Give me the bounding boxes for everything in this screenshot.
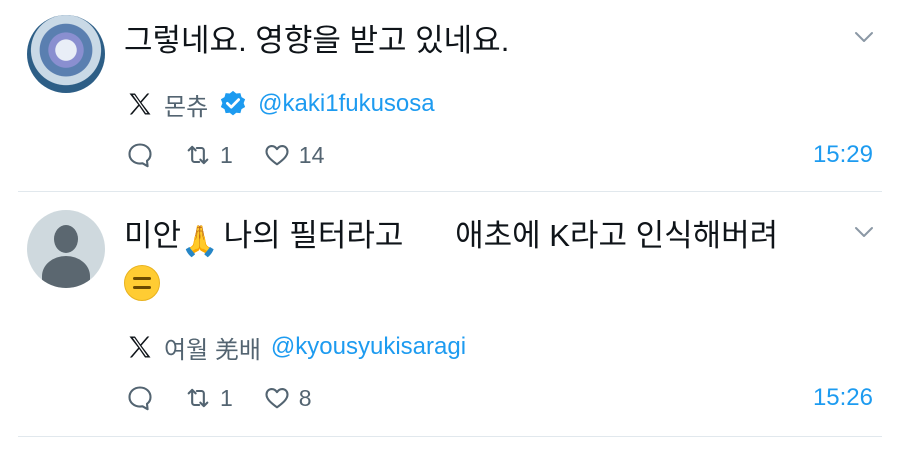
avatar[interactable] — [27, 15, 105, 93]
default-avatar-body — [42, 256, 90, 288]
tweet-2: 미안🙏 나의 필터라고 애초에 K라고 인식해버려 여월 羌배 @kyousyu… — [0, 191, 900, 436]
author-row: 몬츄 @kaki1fukusosa — [126, 87, 435, 121]
chevron-down-icon[interactable] — [853, 26, 875, 48]
retweet-button[interactable]: 1 — [184, 141, 233, 169]
author-handle[interactable]: @kyousyukisaragi — [271, 333, 466, 361]
like-button[interactable]: 14 — [263, 141, 325, 169]
retweet-icon — [187, 388, 209, 408]
timestamp[interactable]: 15:26 — [813, 381, 873, 415]
timestamp[interactable]: 15:29 — [813, 138, 873, 172]
reply-button[interactable] — [126, 384, 154, 412]
retweet-count: 1 — [220, 384, 233, 411]
x-logo-icon — [129, 93, 151, 115]
avatar[interactable] — [27, 210, 105, 288]
reply-button[interactable] — [126, 141, 154, 169]
reply-icon — [128, 386, 152, 411]
actions-row: 1 14 — [126, 138, 354, 172]
tweet-text-part2: 나의 필터라고 애초에 K라고 인식해버려 — [215, 218, 779, 253]
retweet-icon — [187, 145, 209, 165]
retweet-button[interactable]: 1 — [184, 384, 233, 412]
actions-row: 1 8 — [126, 381, 342, 415]
author-name[interactable]: 여월 羌배 — [164, 330, 261, 365]
tweet-text-part1: 미안 — [124, 218, 182, 253]
author-name[interactable]: 몬츄 — [164, 87, 208, 122]
retweet-count: 1 — [220, 141, 233, 168]
divider — [18, 436, 882, 437]
reply-icon — [128, 143, 152, 168]
author-row: 여월 羌배 @kyousyukisaragi — [126, 330, 466, 364]
default-avatar-head — [54, 225, 78, 253]
tweet-text: 미안🙏 나의 필터라고 애초에 K라고 인식해버려 — [124, 211, 830, 311]
like-count: 14 — [298, 141, 325, 168]
like-icon — [265, 144, 289, 166]
verified-badge-icon — [221, 90, 246, 116]
like-count: 8 — [298, 384, 312, 411]
like-icon — [265, 387, 289, 409]
folded-hands-icon: 🙏 — [181, 225, 219, 258]
x-logo-icon — [129, 336, 151, 358]
like-button[interactable]: 8 — [263, 384, 312, 412]
expressionless-face-icon — [124, 265, 160, 301]
tweet-1: 그렇네요. 영향을 받고 있네요. 몬츄 @kaki1fukusosa 1 14… — [0, 0, 900, 190]
chevron-down-icon[interactable] — [853, 221, 875, 243]
tweet-text: 그렇네요. 영향을 받고 있네요. — [124, 23, 510, 58]
author-handle[interactable]: @kaki1fukusosa — [258, 90, 434, 118]
